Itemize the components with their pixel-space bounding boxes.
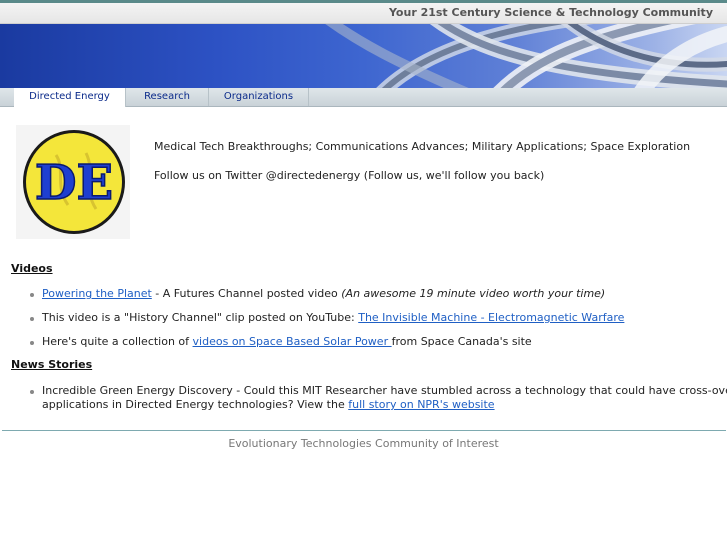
nav-tab-organizations[interactable]: Organizations xyxy=(209,88,309,106)
list-item-text: Here's quite a collection of xyxy=(42,335,193,348)
list-item-text: from Space Canada's site xyxy=(391,335,532,348)
header-strip: Your 21st Century Science & Technology C… xyxy=(0,3,727,24)
news-item-text: Incredible Green Energy Discovery - Coul… xyxy=(42,384,727,397)
footer-text: Evolutionary Technologies Community of I… xyxy=(228,437,499,450)
list-item: Incredible Green Energy Discovery - Coul… xyxy=(42,384,727,397)
nav-tab-research[interactable]: Research xyxy=(126,88,209,106)
list-item: This video is a "History Channel" clip p… xyxy=(42,311,624,324)
main-nav: Directed Energy Research Organizations xyxy=(0,88,727,107)
list-item: Here's quite a collection of videos on S… xyxy=(42,335,532,348)
video-link-powering-planet[interactable]: Powering the Planet xyxy=(42,287,152,300)
bullet-icon xyxy=(30,317,34,321)
site-tagline: Your 21st Century Science & Technology C… xyxy=(388,6,713,19)
footer-divider xyxy=(2,430,726,431)
list-item-note: (An awesome 19 minute video worth your t… xyxy=(341,287,606,300)
bullet-icon xyxy=(30,341,34,345)
news-link-npr[interactable]: full story on NPR's website xyxy=(348,398,494,411)
videos-heading: Videos xyxy=(11,262,53,275)
news-heading: News Stories xyxy=(11,358,93,371)
list-item: Powering the Planet - A Futures Channel … xyxy=(42,287,605,300)
list-item-text: - A Futures Channel posted video xyxy=(151,287,342,300)
header-banner xyxy=(0,24,727,88)
abstract-tubes-graphic xyxy=(325,24,727,88)
intro-topics: Medical Tech Breakthroughs; Communicatio… xyxy=(154,140,691,153)
bullet-icon xyxy=(30,293,34,297)
news-item-text: applications in Directed Energy technolo… xyxy=(42,398,349,411)
nav-tab-directed-energy[interactable]: Directed Energy xyxy=(14,88,126,107)
video-link-space-solar-power[interactable]: videos on Space Based Solar Power xyxy=(193,335,392,348)
bullet-icon xyxy=(30,390,34,394)
video-link-invisible-machine[interactable]: The Invisible Machine - Electromagnetic … xyxy=(358,311,624,324)
list-item-continued: applications in Directed Energy technolo… xyxy=(42,398,495,411)
logo-text: DE xyxy=(35,155,113,211)
intro-twitter: Follow us on Twitter @directedenergy (Fo… xyxy=(154,169,545,182)
de-logo: DE xyxy=(16,125,130,239)
list-item-text: This video is a "History Channel" clip p… xyxy=(42,311,359,324)
